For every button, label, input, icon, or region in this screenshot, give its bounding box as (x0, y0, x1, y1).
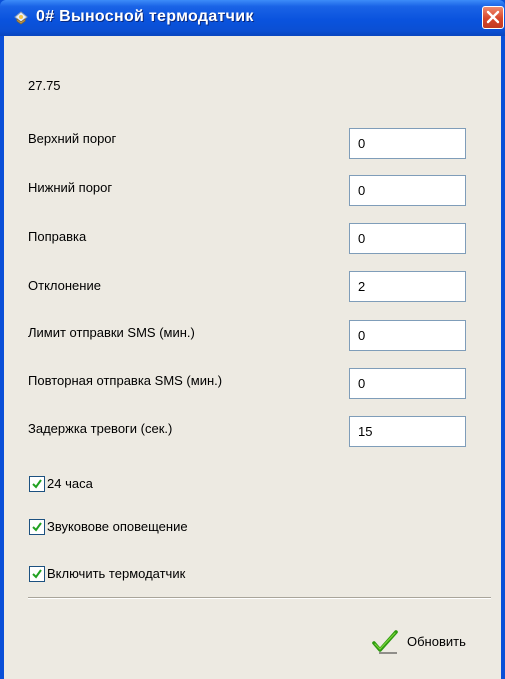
correction-label: Поправка (28, 229, 87, 244)
upper-threshold-label: Верхний порог (28, 131, 117, 146)
alarm-delay-label: Задержка тревоги (сек.) (28, 421, 173, 436)
sms-limit-label: Лимит отправки SMS (мин.) (28, 325, 195, 340)
checkbox-enable-sensor-label: Включить термодатчик (47, 566, 186, 581)
temperature-reading: 27.75 (28, 78, 61, 93)
dialog-window: 0# Выносной термодатчик 27.75 Верхний по… (0, 0, 505, 679)
checkbox-24h-label: 24 часа (47, 476, 93, 491)
checkbox-sound-alert-label: Звуковове оповещение (47, 519, 188, 534)
upper-threshold-input[interactable] (349, 128, 466, 159)
check-icon (32, 522, 42, 532)
checkbox-box[interactable] (29, 519, 45, 535)
deviation-label: Отклонение (28, 278, 101, 293)
check-icon (32, 569, 42, 579)
lower-threshold-input[interactable] (349, 175, 466, 206)
checkmark-icon (372, 630, 398, 654)
refresh-button-label: Обновить (407, 634, 466, 649)
checkbox-box[interactable] (29, 476, 45, 492)
correction-input[interactable] (349, 223, 466, 254)
check-icon (32, 479, 42, 489)
sms-repeat-input[interactable] (349, 368, 466, 399)
lower-threshold-label: Нижний порог (28, 180, 113, 195)
window-title: 0# Выносной термодатчик (36, 8, 254, 25)
divider (28, 597, 491, 599)
alarm-delay-input[interactable] (349, 416, 466, 447)
deviation-input[interactable] (349, 271, 466, 302)
refresh-button[interactable]: Обновить (371, 629, 489, 655)
close-icon (486, 10, 500, 24)
sms-limit-input[interactable] (349, 320, 466, 351)
sms-repeat-label: Повторная отправка SMS (мин.) (28, 373, 223, 388)
checkbox-box[interactable] (29, 566, 45, 582)
close-button[interactable] (482, 6, 504, 29)
thermo-sensor-icon (14, 11, 28, 25)
title-bar[interactable]: 0# Выносной термодатчик (0, 0, 505, 36)
